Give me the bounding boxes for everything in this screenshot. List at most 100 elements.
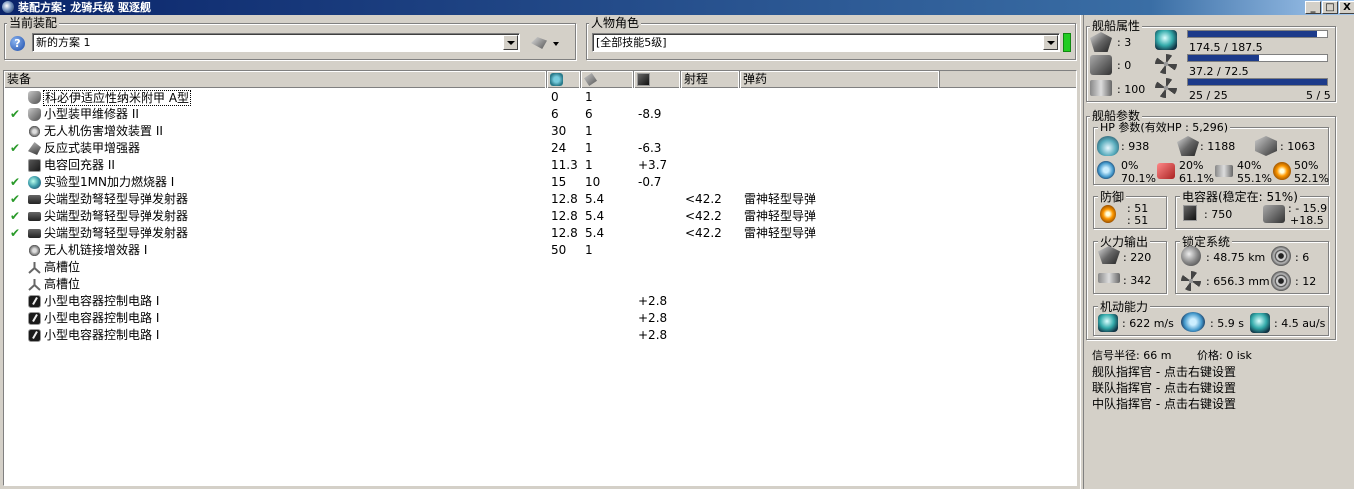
panel-splitter[interactable]: [1080, 15, 1084, 489]
character-status-indicator: [1063, 33, 1071, 52]
item-pg: 5.4: [585, 209, 605, 223]
header-capacitor[interactable]: [634, 71, 681, 88]
max-targets-value: : 6: [1295, 251, 1310, 264]
calibration-value: : 100: [1117, 83, 1146, 96]
fit-select[interactable]: 新的方案 1: [32, 33, 520, 52]
warp-speed-icon: [1250, 313, 1270, 333]
item-range: <42.2: [685, 209, 722, 223]
item-ammo: 雷神轻型导弹: [744, 209, 817, 223]
enabled-check-icon[interactable]: ✔: [10, 208, 20, 225]
sensor-strength-icon: [1271, 271, 1291, 291]
enabled-check-icon[interactable]: ✔: [10, 106, 20, 123]
table-row[interactable]: 小型电容器控制电路 I +2.8: [4, 293, 1076, 310]
item-name: 科必伊适应性纳米附甲 A型: [43, 90, 192, 106]
em-resist-shield: 0%: [1121, 159, 1139, 172]
signature-radius: 信号半径: 66 m: [1092, 349, 1172, 362]
fleet-commander[interactable]: 舰队指挥官 - 点击右键设置: [1092, 365, 1236, 380]
warp-speed-value: : 4.5 au/s: [1274, 317, 1326, 330]
item-cpu: 12.8: [551, 226, 578, 240]
item-cpu: 11.3: [551, 158, 578, 172]
character-select[interactable]: [全部技能5级]: [592, 33, 1060, 52]
explosive-resist-armor: 52.1%: [1294, 172, 1329, 185]
table-row[interactable]: ✔ 实验型1MN加力燃烧器 I 15 10 -0.7: [4, 174, 1076, 191]
drone-link-icon: [28, 244, 41, 257]
item-cpu: 30: [551, 124, 567, 138]
cpu-bar-fill: [1188, 31, 1318, 37]
volley-icon: [1098, 273, 1120, 283]
cpu-icon: [1155, 30, 1177, 50]
enabled-check-icon[interactable]: ✔: [10, 191, 20, 208]
powergrid-text: 37.2 / 72.5: [1189, 65, 1249, 78]
table-row[interactable]: 科必伊适应性纳米附甲 A型 0 1: [4, 89, 1076, 106]
table-row[interactable]: ✔ 尖端型劲弩轻型导弹发射器 12.8 5.4 <42.2 雷神轻型导弹: [4, 191, 1076, 208]
item-cpu: 6: [551, 107, 559, 121]
wing-commander[interactable]: 联队指挥官 - 点击右键设置: [1092, 381, 1236, 396]
close-button[interactable]: X: [1339, 1, 1354, 14]
table-row[interactable]: ✔ 小型装甲维修器 II 6 6 -8.9: [4, 106, 1076, 123]
minimize-button[interactable]: _: [1305, 1, 1321, 14]
lock-range-value: : 48.75 km: [1206, 251, 1266, 264]
item-cpu: 0: [551, 90, 559, 104]
list-header: 装备 射程 弹药: [4, 71, 1076, 88]
align-time-icon: [1181, 312, 1205, 332]
item-name: 小型装甲维修器 II: [44, 107, 139, 121]
enabled-check-icon[interactable]: ✔: [10, 225, 20, 242]
equipment-list[interactable]: 装备 射程 弹药 科必伊适应性纳米附甲 A型 0 1 ✔ 小型装甲维修器 II …: [3, 70, 1077, 486]
item-cpu: 50: [551, 243, 567, 257]
item-pg: 1: [585, 124, 593, 138]
current-fit-label: 当前装配: [7, 16, 60, 30]
header-range[interactable]: 射程: [681, 71, 740, 88]
drone-count-text: 5 / 5: [1306, 89, 1331, 102]
app-icon[interactable]: [2, 1, 14, 13]
item-pg: 1: [585, 158, 593, 172]
table-row[interactable]: ✔ 尖端型劲弩轻型导弹发射器 12.8 5.4 <42.2 雷神轻型导弹: [4, 208, 1076, 225]
cap-recharge-icon: [1263, 205, 1285, 223]
scan-resolution-icon: [1181, 271, 1201, 291]
item-pg: 5.4: [585, 226, 605, 240]
table-row[interactable]: 无人机链接增效器 I 50 1: [4, 242, 1076, 259]
enabled-check-icon[interactable]: ✔: [10, 174, 20, 191]
item-name: 实验型1MN加力燃烧器 I: [44, 175, 175, 189]
volley-value: : 342: [1123, 274, 1152, 287]
item-name: 尖端型劲弩轻型导弹发射器: [44, 226, 189, 240]
launcher-count: : 0: [1117, 59, 1132, 72]
mobility-label: 机动能力: [1098, 300, 1151, 314]
header-ammo[interactable]: 弹药: [740, 71, 940, 88]
fit-price: 价格: 0 isk: [1197, 349, 1252, 362]
item-name: 无人机伤害增效装置 II: [44, 124, 163, 138]
character-dropdown-arrow[interactable]: [1043, 35, 1058, 50]
help-icon[interactable]: ?: [10, 36, 25, 51]
tool-menu-chevron-icon[interactable]: [553, 42, 559, 46]
item-name: 小型电容器控制电路 I: [44, 311, 160, 325]
em-resist-icon: [1097, 161, 1115, 179]
item-pg: 1: [585, 141, 593, 155]
speed-icon: [1098, 314, 1118, 332]
rig-icon: [28, 295, 41, 308]
header-powergrid[interactable]: [581, 71, 634, 88]
maximize-button[interactable]: □: [1322, 1, 1338, 14]
table-row[interactable]: 无人机伤害增效装置 II 30 1: [4, 123, 1076, 140]
max-targets-icon: [1271, 246, 1291, 266]
speed-value: : 622 m/s: [1122, 317, 1174, 330]
header-equipment[interactable]: 装备: [4, 71, 547, 88]
dps-value: : 220: [1123, 251, 1152, 264]
table-row[interactable]: ✔ 尖端型劲弩轻型导弹发射器 12.8 5.4 <42.2 雷神轻型导弹: [4, 225, 1076, 242]
squad-commander[interactable]: 中队指挥官 - 点击右键设置: [1092, 397, 1236, 412]
capacitor-amount: : 750: [1204, 208, 1233, 221]
table-row[interactable]: ✔ 反应式装甲增强器 24 1 -6.3: [4, 140, 1076, 157]
rig-icon: [28, 329, 41, 342]
scan-resolution-value: : 656.3 mm: [1206, 275, 1270, 288]
table-row[interactable]: 高槽位: [4, 276, 1076, 293]
item-name: 无人机链接增效器 I: [44, 243, 148, 257]
table-row[interactable]: 电容回充器 II 11.3 1 +3.7: [4, 157, 1076, 174]
table-row[interactable]: 小型电容器控制电路 I +2.8: [4, 327, 1076, 344]
table-row[interactable]: 高槽位: [4, 259, 1076, 276]
character-select-value: [全部技能5级]: [596, 36, 667, 49]
powergrid-bar-fill: [1188, 55, 1259, 61]
fit-dropdown-arrow[interactable]: [503, 35, 518, 50]
enabled-check-icon[interactable]: ✔: [10, 140, 20, 157]
table-row[interactable]: 小型电容器控制电路 I +2.8: [4, 310, 1076, 327]
item-name: 尖端型劲弩轻型导弹发射器: [44, 209, 189, 223]
calibration-icon: [1090, 80, 1112, 96]
header-cpu[interactable]: [547, 71, 581, 88]
